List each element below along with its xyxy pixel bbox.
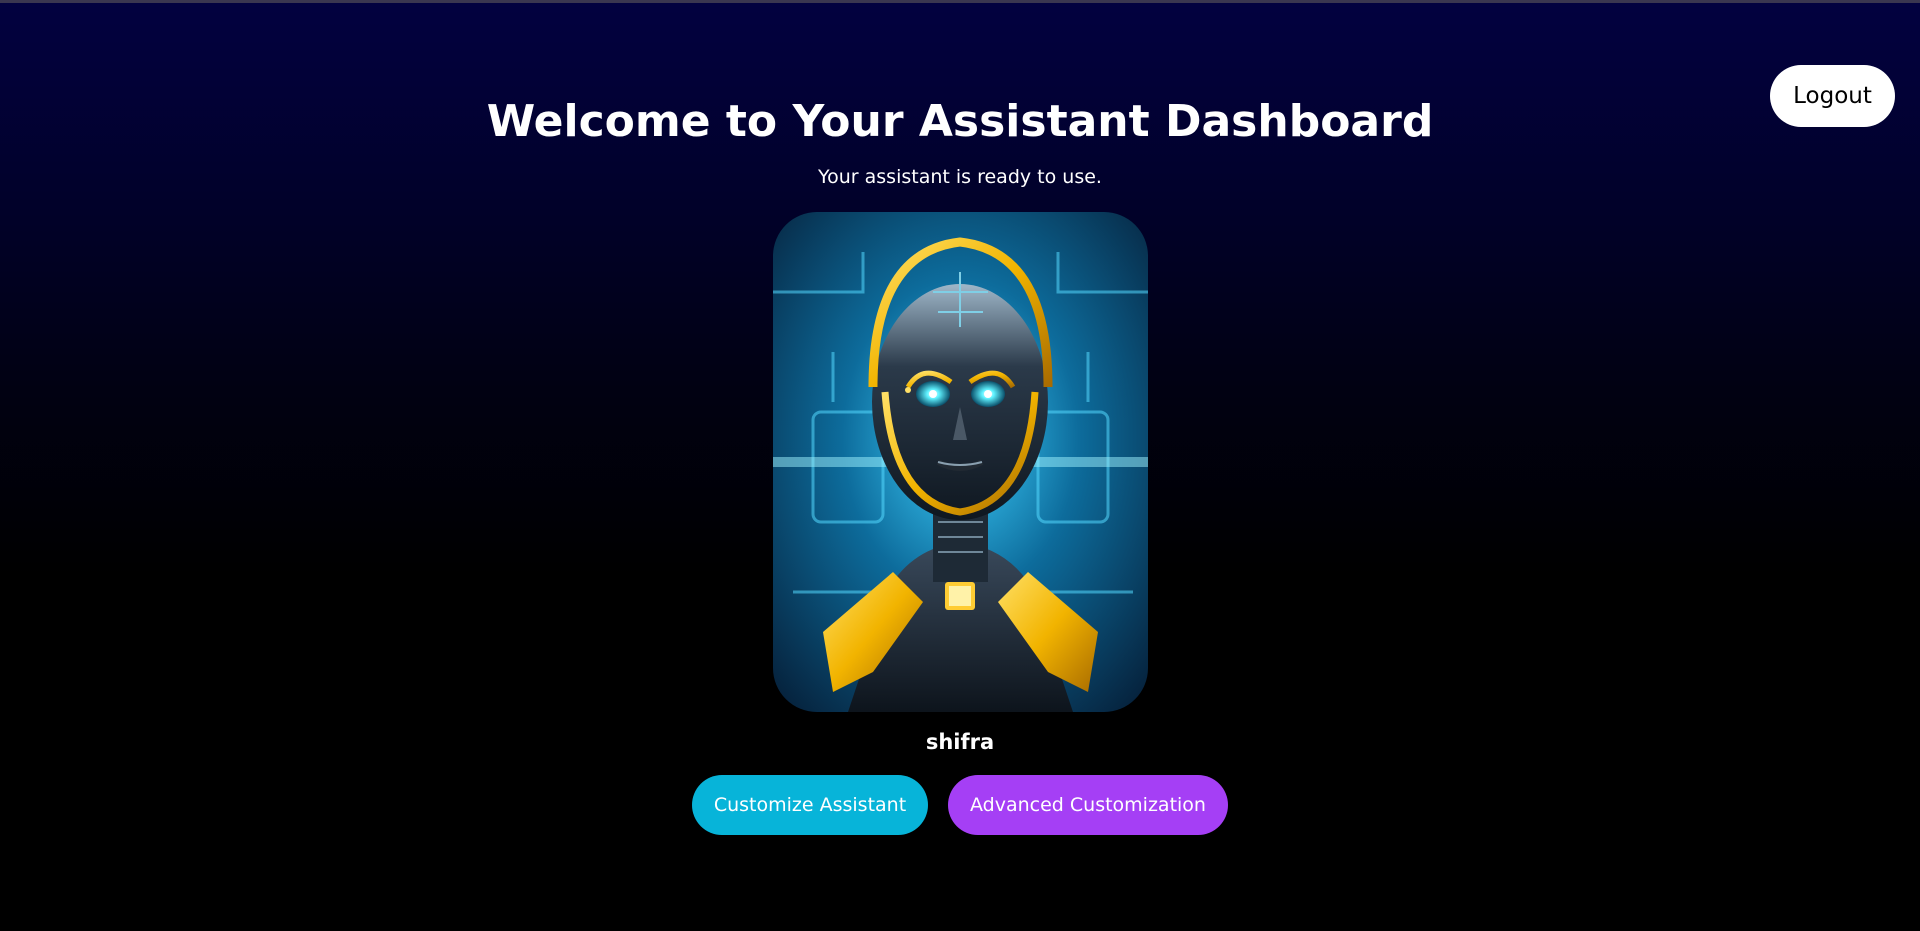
advanced-customization-button[interactable]: Advanced Customization (948, 775, 1228, 835)
top-border (0, 0, 1920, 3)
customize-assistant-button[interactable]: Customize Assistant (692, 775, 928, 835)
assistant-avatar-image (773, 212, 1148, 712)
assistant-name: shifra (925, 730, 995, 754)
page-subtitle: Your assistant is ready to use. (818, 166, 1102, 188)
robot-avatar-icon (773, 212, 1148, 712)
page-title: Welcome to Your Assistant Dashboard (486, 96, 1434, 147)
